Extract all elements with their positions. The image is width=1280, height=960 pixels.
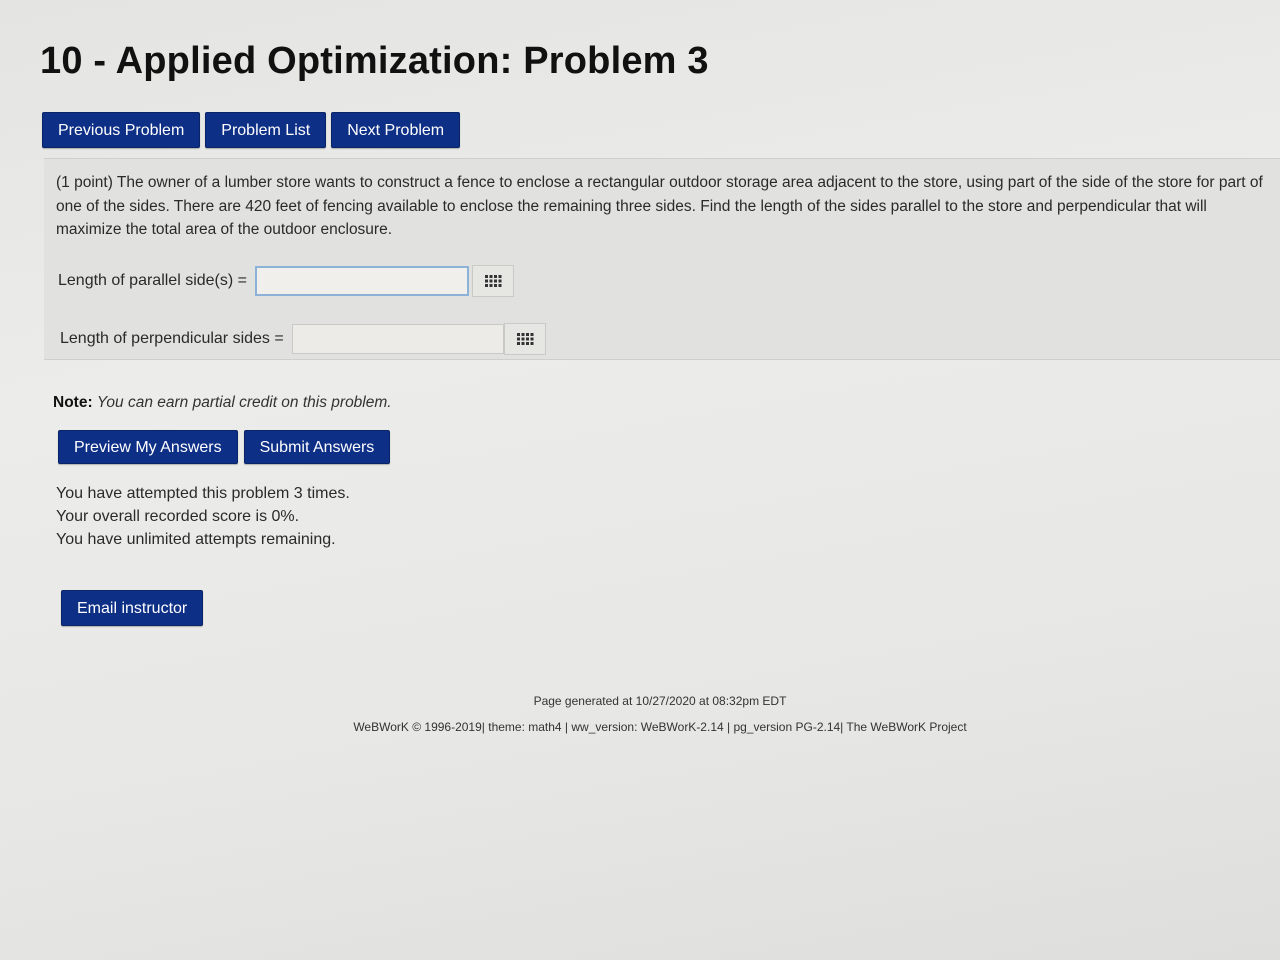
note-prefix: Note: (53, 394, 93, 411)
attempt-status: You have attempted this problem 3 times.… (56, 482, 350, 551)
attempts-remaining-text: You have unlimited attempts remaining. (56, 531, 336, 548)
answer-row-parallel: Length of parallel side(s) = (58, 265, 514, 297)
previous-problem-button[interactable]: Previous Problem (42, 112, 201, 148)
page-footer: Page generated at 10/27/2020 at 08:32pm … (330, 688, 990, 740)
problem-body: (1 point) The owner of a lumber store wa… (44, 158, 1280, 360)
answer-actions: Preview My Answers Submit Answers (58, 430, 391, 464)
equation-editor-button-parallel[interactable] (472, 265, 514, 297)
note-text: You can earn partial credit on this prob… (96, 394, 392, 411)
attempts-count-text: You have attempted this problem 3 times. (56, 485, 350, 502)
partial-credit-note: Note: You can earn partial credit on thi… (53, 394, 392, 412)
next-problem-button[interactable]: Next Problem (331, 112, 461, 148)
page-generated-text: Page generated at 10/27/2020 at 08:32pm … (533, 694, 787, 708)
answer-label-perpendicular: Length of perpendicular sides = (60, 330, 284, 347)
answer-row-perpendicular: Length of perpendicular sides = (60, 323, 546, 355)
answer-label-parallel: Length of parallel side(s) = (58, 272, 247, 289)
equation-editor-button-perpendicular[interactable] (503, 323, 546, 355)
perpendicular-sides-input[interactable] (291, 324, 504, 354)
page-title: 10 - Applied Optimization: Problem 3 (40, 40, 709, 82)
recorded-score-text: Your overall recorded score is 0%. (56, 508, 300, 525)
problem-list-button[interactable]: Problem List (205, 112, 327, 148)
problem-statement: (1 point) The owner of a lumber store wa… (56, 174, 1263, 238)
preview-answers-button[interactable]: Preview My Answers (58, 430, 238, 464)
submit-answers-button[interactable]: Submit Answers (243, 430, 391, 464)
problem-nav: Previous Problem Problem List Next Probl… (42, 112, 461, 148)
email-instructor-button[interactable]: Email instructor (61, 590, 204, 626)
parallel-side-input[interactable] (255, 266, 469, 296)
webwork-credits: WeBWorK © 1996-2019| theme: math4 | ww_v… (353, 720, 967, 734)
grid-icon (516, 333, 534, 345)
grid-icon (485, 275, 502, 287)
